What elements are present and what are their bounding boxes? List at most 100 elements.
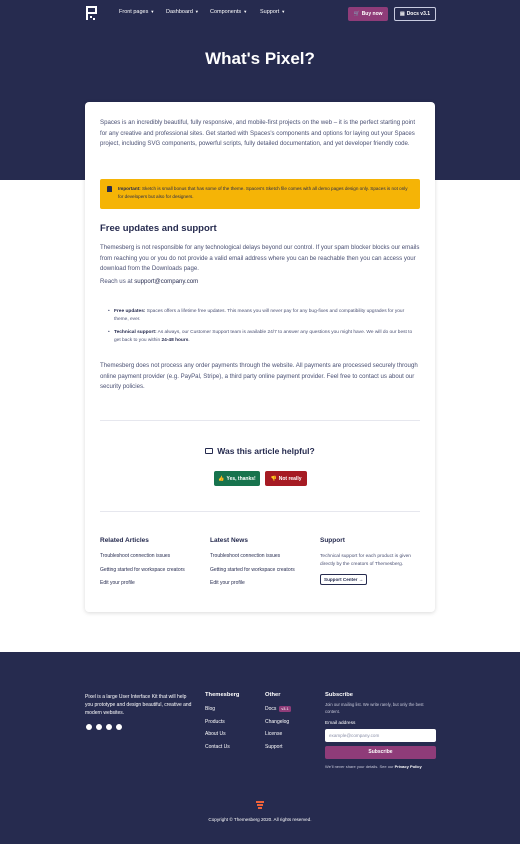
subscribe-title: Subscribe: [325, 692, 354, 698]
alert-text: Sketch is small bonus that has some of t…: [118, 186, 408, 199]
email-input[interactable]: example@company.com: [325, 729, 436, 742]
chevron-down-icon: ▼: [194, 9, 199, 14]
news-link[interactable]: Troubleshoot connection issues: [210, 553, 320, 559]
support-desc: Technical support for each product is gi…: [320, 554, 411, 567]
divider: [100, 420, 420, 421]
docs-button[interactable]: ▤ Docs v3.1: [394, 7, 436, 21]
divider: [100, 511, 420, 512]
subscribe-button[interactable]: Subscribe: [325, 746, 436, 759]
support-center-label: Support Center: [324, 577, 358, 582]
footer-link[interactable]: Docs v3.1: [265, 706, 291, 712]
privacy-note: We'll never share your details. See our …: [325, 764, 436, 769]
copyright: Copyright © Themesberg 2020. All rights …: [208, 817, 312, 822]
support-email-link[interactable]: support@company.com: [134, 278, 198, 285]
footer-logo: [256, 801, 264, 810]
reach-us-text: Reach us at support@company.com: [100, 278, 420, 285]
responsibility-paragraph: Themesberg is not responsible for any te…: [100, 244, 420, 272]
feature-list: Free updates: Spaces offers a lifetime f…: [108, 308, 420, 350]
list-item-tail: .: [188, 338, 190, 343]
footer-link[interactable]: Blog: [205, 706, 239, 712]
related-link[interactable]: Troubleshoot connection issues: [100, 553, 210, 559]
buy-now-button[interactable]: 🛒 Buy now: [348, 7, 388, 21]
footer-link[interactable]: About Us: [205, 731, 239, 737]
footer-docs-label: Docs: [265, 706, 277, 712]
alert-strong: Important:: [118, 186, 141, 191]
important-alert: Important: Sketch is small bonus that ha…: [100, 179, 420, 209]
chevron-down-icon: ▼: [243, 9, 248, 14]
nav-dashboard[interactable]: Dashboard ▼: [166, 9, 199, 15]
page-title: What's Pixel?: [205, 49, 315, 68]
privacy-note-prefix: We'll never share your details. See our: [325, 764, 395, 769]
list-item-hours: 24-48 hours: [161, 338, 189, 343]
pixel-logo[interactable]: [86, 6, 97, 20]
related-link[interactable]: Getting started for workspace creators: [100, 567, 210, 573]
version-badge: v3.1: [279, 706, 291, 712]
footer-other-title: Other: [265, 692, 281, 698]
docs-label: Docs v3.1: [406, 11, 431, 17]
list-item: Technical support: As always, our Custom…: [108, 329, 420, 345]
feedback-icon: [205, 448, 214, 454]
privacy-policy-link[interactable]: Privacy Policy: [395, 764, 422, 769]
buy-now-label: Buy now: [361, 11, 383, 17]
helpful-heading: Was this article helpful?: [85, 446, 435, 456]
footer-other: Other Docs v3.1 Changelog License Support: [265, 692, 291, 756]
list-item: Free updates: Spaces offers a lifetime f…: [108, 308, 420, 324]
footer-link[interactable]: Changelog: [265, 719, 291, 725]
news-link[interactable]: Edit your profile: [210, 580, 320, 586]
chevron-down-icon: ▼: [150, 9, 155, 14]
article-card: Spaces is an incredibly beautiful, fully…: [85, 102, 435, 612]
related-title: Related Articles: [100, 537, 149, 544]
thumbs-down-icon: 👎: [270, 475, 277, 482]
support-title: Support: [320, 537, 345, 544]
nav-components-label: Components: [210, 9, 242, 15]
nav-front-pages[interactable]: Front pages ▼: [119, 9, 154, 15]
nav-components[interactable]: Components ▼: [210, 9, 247, 15]
nav-support[interactable]: Support ▼: [260, 9, 285, 15]
facebook-icon[interactable]: [96, 724, 102, 730]
footer-themesberg: Themesberg Blog Products About Us Contac…: [205, 692, 239, 756]
news-link[interactable]: Getting started for workspace creators: [210, 567, 320, 573]
footer-about: Pixel is a large User Interface Kit that…: [85, 694, 192, 716]
support-center-button[interactable]: Support Center →: [320, 574, 368, 585]
reach-prefix: Reach us at: [100, 278, 135, 285]
subscribe-desc: Join our mailing list. We write rarely, …: [325, 702, 424, 714]
latest-news: Latest News Troubleshoot connection issu…: [210, 537, 320, 594]
not-really-button[interactable]: 👎 Not really: [265, 471, 307, 486]
yes-label: Yes, thanks!: [226, 475, 256, 482]
twitter-icon[interactable]: [86, 724, 92, 730]
dribbble-icon[interactable]: [116, 724, 122, 730]
footer-link[interactable]: Support: [265, 744, 291, 750]
social-links: [86, 724, 122, 730]
list-item-text: Spaces offers a lifetime free updates. T…: [114, 309, 405, 322]
subscribe-form: Subscribe Join our mailing list. We writ…: [325, 692, 436, 769]
no-label: Not really: [278, 475, 302, 482]
intro-paragraph: Spaces is an incredibly beautiful, fully…: [100, 119, 416, 147]
footer-themesberg-title: Themesberg: [205, 692, 240, 698]
footer-link[interactable]: Contact Us: [205, 744, 239, 750]
cart-icon: 🛒: [353, 11, 360, 17]
thumbs-up-icon: 👍: [218, 475, 225, 482]
book-icon: ▤: [399, 11, 405, 17]
yes-thanks-button[interactable]: 👍 Yes, thanks!: [214, 471, 260, 486]
nav-front-pages-label: Front pages: [119, 9, 149, 15]
arrow-right-icon: →: [358, 577, 364, 582]
nav-support-label: Support: [260, 9, 280, 15]
payments-paragraph: Themesberg does not process any order pa…: [100, 362, 418, 390]
list-item-strong: Free updates:: [114, 309, 146, 314]
nav-dashboard-label: Dashboard: [166, 9, 193, 15]
bell-icon: [107, 186, 112, 192]
footer-link[interactable]: License: [265, 731, 291, 737]
list-item-strong: Technical support:: [114, 330, 157, 335]
helpful-label: Was this article helpful?: [217, 446, 315, 456]
email-label: Email address: [325, 721, 356, 726]
chevron-down-icon: ▼: [281, 9, 286, 14]
related-link[interactable]: Edit your profile: [100, 580, 210, 586]
footer-link[interactable]: Products: [205, 719, 239, 725]
support-column: Support Technical support for each produ…: [320, 537, 420, 586]
related-articles: Related Articles Troubleshoot connection…: [100, 537, 210, 594]
navbar: Front pages ▼ Dashboard ▼ Components ▼ Supp…: [86, 6, 436, 22]
github-icon[interactable]: [106, 724, 112, 730]
footer: [0, 652, 520, 844]
section-heading: Free updates and support: [100, 223, 217, 234]
news-title: Latest News: [210, 537, 248, 544]
